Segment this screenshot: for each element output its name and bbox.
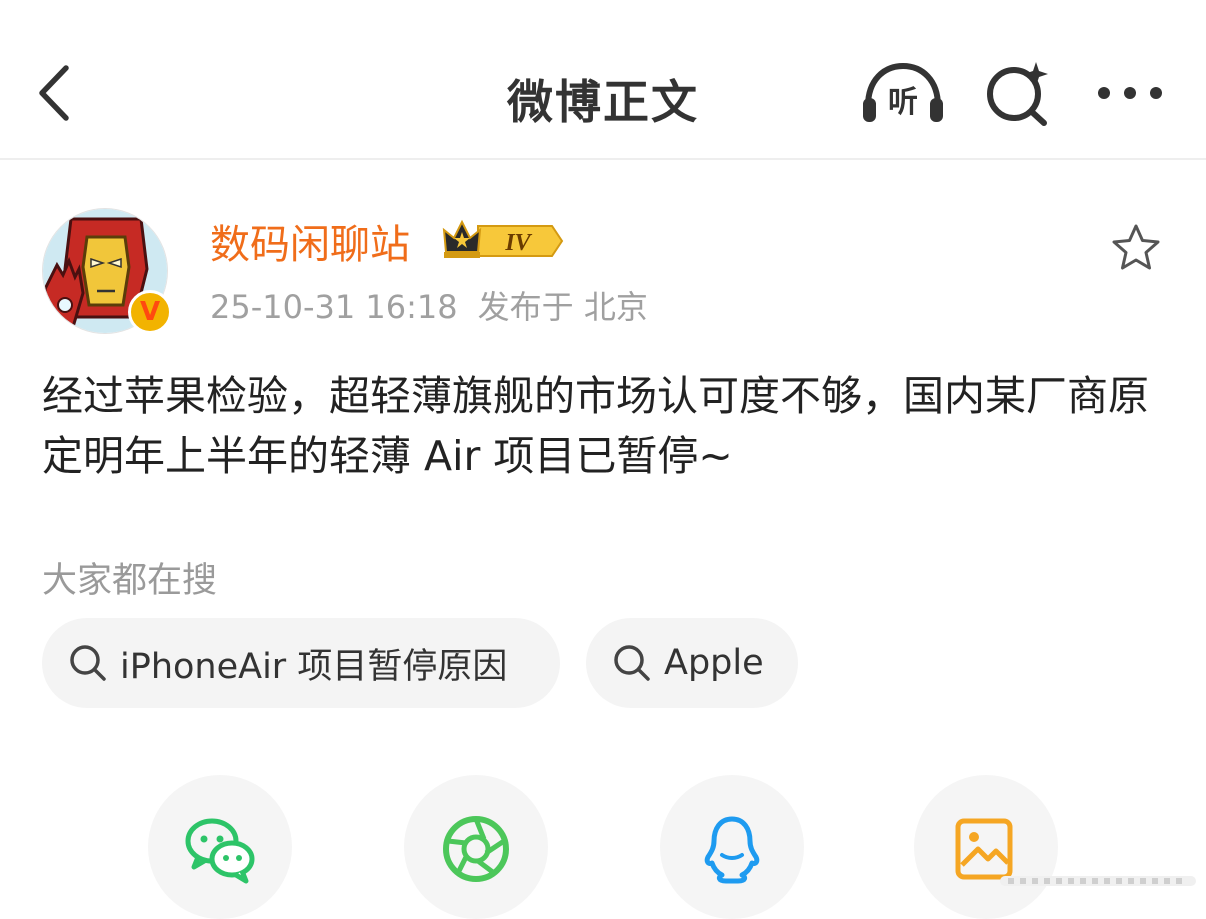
verified-badge: V [128, 290, 172, 334]
search-icon [614, 645, 650, 681]
post-time: 25-10-31 16:18 [210, 288, 458, 326]
search-sparkle-icon[interactable] [982, 60, 1052, 126]
post-location: 发布于 北京 [477, 288, 648, 326]
search-chip-iphoneair[interactable]: iPhoneAir 项目暂停原因 [42, 618, 560, 708]
listen-label: 听 [888, 85, 918, 120]
moments-icon [443, 816, 509, 882]
rank-label: IV [504, 230, 532, 256]
share-qq-button[interactable] [660, 775, 804, 919]
top-nav-bar: 微博正文 听 [0, 0, 1206, 160]
search-icon [70, 645, 106, 681]
trending-search-label: 大家都在搜 [42, 561, 218, 601]
search-chip-label: Apple [664, 643, 764, 683]
listen-button[interactable]: 听 [860, 60, 946, 126]
share-wechat-button[interactable] [148, 775, 292, 919]
search-chip-label: iPhoneAir 项目暂停原因 [120, 646, 508, 687]
scroll-indicator [1000, 876, 1196, 886]
crown-rank-badge: IV [442, 219, 564, 258]
wechat-icon [185, 818, 255, 884]
search-chip-apple[interactable]: Apple [586, 618, 798, 708]
share-moments-button[interactable] [404, 775, 548, 919]
post-content: 经过苹果检验，超轻薄旗舰的市场认可度不够，国内某厂商原定明年上半年的轻薄 Air… [42, 372, 1149, 480]
share-save-image-button[interactable] [914, 775, 1058, 919]
author-name[interactable]: 数码闲聊站 [210, 212, 410, 270]
more-dots-icon[interactable] [1094, 82, 1166, 104]
star-outline-icon[interactable] [1110, 222, 1162, 274]
post-meta: 25-10-31 16:18 发布于 北京 [210, 282, 668, 328]
qq-icon [704, 816, 760, 884]
